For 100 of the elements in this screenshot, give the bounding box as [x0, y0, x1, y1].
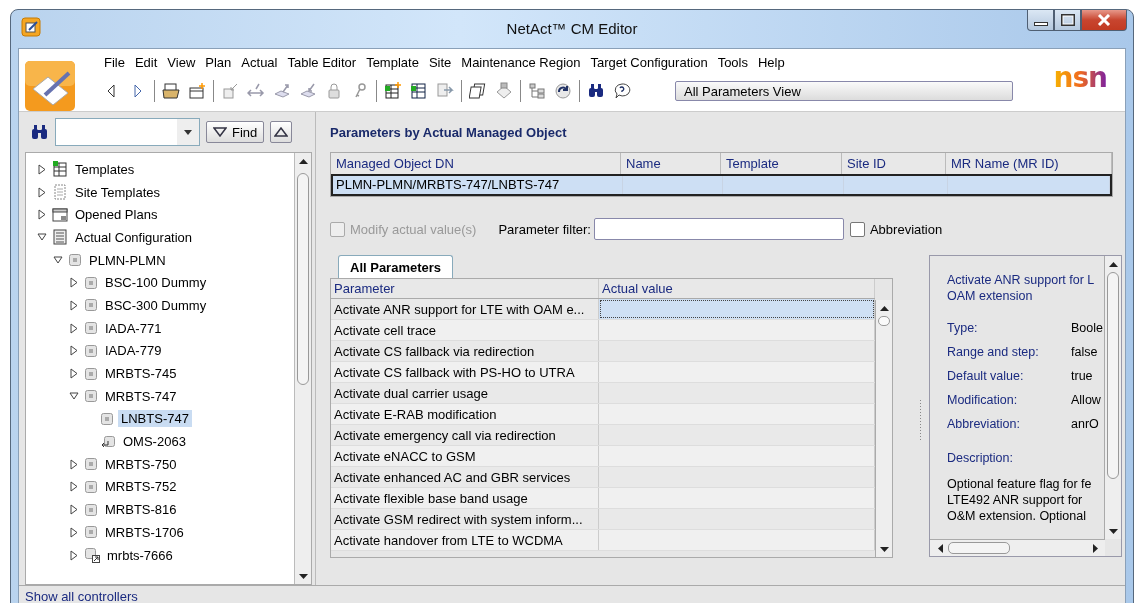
scroll-right-icon	[1092, 543, 1098, 553]
menu-item[interactable]: Maintenance Region	[456, 55, 586, 71]
menu-item[interactable]: Help	[753, 55, 790, 71]
menu-item[interactable]: Tools	[712, 55, 753, 71]
download-icon[interactable]	[299, 82, 317, 100]
checkbox-label: Modify actual value(s)	[350, 221, 477, 237]
checkbox[interactable]	[849, 221, 865, 237]
tab[interactable]: All Parameters	[338, 255, 454, 278]
scroll-thumb[interactable]	[1107, 272, 1119, 479]
table-cell: Activate cell trace	[331, 320, 599, 340]
upload-icon[interactable]	[273, 82, 291, 100]
tree-item[interactable]: IADA-779	[102, 342, 165, 360]
menu-item[interactable]: Edit	[129, 55, 163, 71]
table-cell: Activate enhanced AC and GBR services	[331, 467, 599, 487]
details-title: OAM extension	[947, 288, 1034, 304]
node-icon	[84, 321, 98, 336]
scroll-down-icon	[298, 573, 308, 579]
tree-item[interactable]: Templates	[72, 160, 138, 178]
tree-item[interactable]: MRBTS-752	[102, 478, 180, 496]
view-dropdown[interactable]: All Parameters View	[675, 81, 1013, 101]
menu-item[interactable]: Plan	[200, 55, 237, 71]
down-triangle-icon	[213, 127, 227, 137]
column-header[interactable]: Actual value	[599, 279, 875, 298]
value-cell[interactable]	[599, 299, 875, 319]
tree-item[interactable]: BSC-300 Dummy	[102, 296, 210, 314]
property-label: Type:	[947, 320, 979, 336]
tree-item[interactable]: MRBTS-1706	[102, 523, 187, 541]
column-header[interactable]: Parameter	[331, 279, 599, 298]
node-icon	[84, 343, 98, 358]
status-link[interactable]: Show all controllers	[25, 589, 138, 603]
filter-field[interactable]	[593, 218, 844, 240]
tree-item[interactable]: PLMN-PLMN	[86, 251, 169, 269]
scroll-thumb[interactable]	[878, 316, 890, 326]
node-icon	[84, 298, 98, 313]
menu-item[interactable]: Actual	[236, 55, 283, 71]
binoculars-icon[interactable]	[587, 82, 605, 100]
find-previous-button[interactable]	[270, 121, 293, 143]
copy-icon[interactable]	[469, 82, 487, 100]
table-cell: Activate GSM redirect with system inform...	[331, 509, 599, 529]
tree-item[interactable]: BSC-100 Dummy	[102, 274, 210, 292]
tree-item[interactable]: LNBTS-747	[118, 410, 192, 428]
property-value: true	[1071, 368, 1094, 384]
close-icon	[1097, 14, 1111, 26]
description-text: O&M extension. Optional	[947, 508, 1087, 524]
close-button[interactable]	[1081, 10, 1127, 31]
table-row[interactable]: PLMN-PLMN/MRBTS-747/LNBTS-747	[331, 174, 1112, 196]
property-value: Boole	[1071, 320, 1104, 336]
menu-item[interactable]: Target Configuration	[585, 55, 713, 71]
tree-item[interactable]: MRBTS-816	[102, 501, 180, 519]
menu-item[interactable]: Template	[361, 55, 424, 71]
new-plan-icon[interactable]	[188, 82, 206, 100]
table-icon[interactable]	[410, 82, 428, 100]
menu-item[interactable]: File	[99, 55, 130, 71]
scroll-thumb[interactable]	[297, 173, 309, 385]
property-value: Allow	[1071, 392, 1102, 408]
open-folder-icon[interactable]	[162, 82, 180, 100]
minimize-button[interactable]	[1027, 10, 1054, 31]
tree-item[interactable]: MRBTS-747	[102, 387, 180, 405]
tree-item[interactable]: OMS-2063	[120, 433, 189, 451]
window-title: NetAct™ CM Editor	[506, 20, 638, 37]
node-icon	[84, 389, 98, 404]
scroll-down-icon	[879, 546, 889, 552]
node-icon	[84, 366, 98, 381]
hierarchy-icon[interactable]	[528, 82, 546, 100]
node-icon	[68, 253, 82, 268]
tree-item[interactable]: Site Templates	[72, 183, 164, 201]
section-heading: Parameters by Actual Managed Object	[330, 125, 568, 140]
help-icon[interactable]	[613, 82, 631, 100]
binoculars-icon	[31, 124, 49, 140]
node-shortcut-icon	[84, 547, 100, 564]
lock-icon[interactable]	[325, 82, 343, 100]
scroll-thumb[interactable]	[948, 542, 1010, 554]
tree-item[interactable]: IADA-771	[102, 319, 165, 337]
tree-item[interactable]: mrbts-7666	[104, 546, 176, 564]
new-table-icon[interactable]	[384, 82, 402, 100]
refresh-icon[interactable]	[554, 82, 572, 100]
splitter-grip-icon	[918, 400, 922, 440]
property-label: Modification:	[947, 392, 1019, 408]
table-cell: Activate CS fallback via redirection	[331, 341, 599, 361]
edit-icon	[21, 17, 41, 37]
menu-item[interactable]: Site	[423, 55, 457, 71]
table-cell: Activate E-RAB modification	[331, 404, 599, 424]
table-cell: Activate dual carrier usage	[331, 383, 599, 403]
node-icon	[100, 411, 114, 426]
description-label: Description:	[947, 450, 1014, 466]
tree-item[interactable]: Actual Configuration	[72, 228, 196, 246]
scroll-down-icon	[1108, 528, 1118, 534]
table-cell: Activate handover from LTE to WCDMA	[331, 530, 599, 550]
tree-item[interactable]: Opened Plans	[72, 206, 161, 224]
tree-item[interactable]: MRBTS-745	[102, 365, 180, 383]
scroll-up-icon	[1108, 261, 1118, 267]
details-title: Activate ANR support for L	[947, 272, 1096, 288]
find-button[interactable]: Find	[206, 121, 265, 143]
menu-item[interactable]: View	[162, 55, 201, 71]
search-field[interactable]	[55, 118, 200, 146]
menu-item[interactable]: Table Editor	[282, 55, 362, 71]
minimize-icon	[1033, 22, 1048, 26]
tree-item[interactable]: MRBTS-750	[102, 455, 180, 473]
maximize-button[interactable]	[1054, 10, 1081, 31]
maximize-icon	[1060, 14, 1075, 26]
